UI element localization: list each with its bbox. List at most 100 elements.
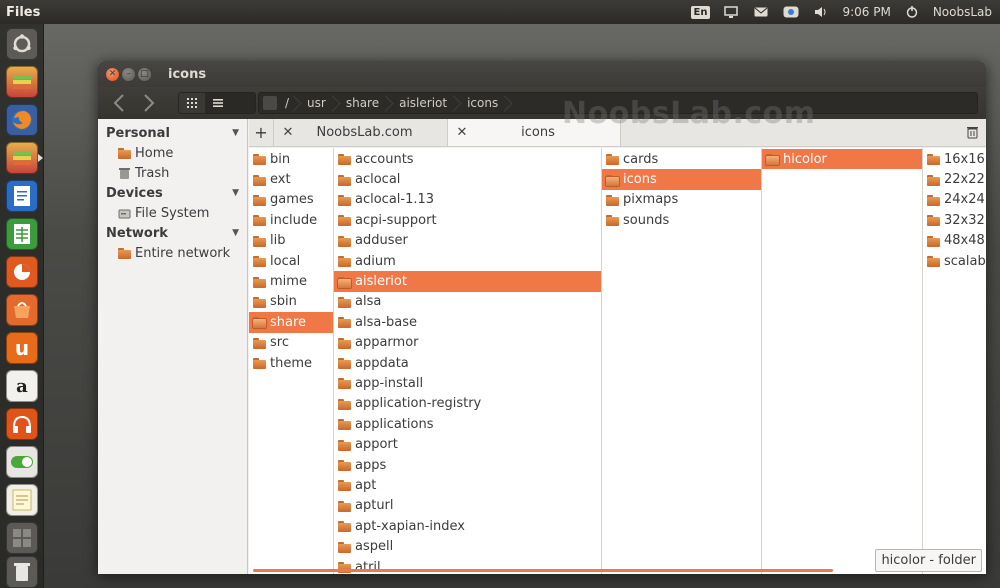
folder-row[interactable]: theme — [249, 353, 333, 373]
folder-row[interactable]: 32x32 — [923, 210, 986, 230]
tab-noobslab[interactable]: ✕ NoobsLab.com — [273, 119, 447, 146]
ubuntu-one-icon[interactable] — [6, 256, 38, 288]
folder-row[interactable]: 16x16 — [923, 149, 986, 169]
folder-row[interactable]: aclocal-1.13 — [334, 190, 601, 210]
folder-row[interactable]: 24x24 — [923, 190, 986, 210]
mail-icon[interactable] — [752, 5, 770, 19]
folder-row[interactable]: bin — [249, 149, 333, 169]
trash-icon[interactable] — [958, 119, 986, 146]
folder-row[interactable]: lib — [249, 231, 333, 251]
folder-row[interactable]: adium — [334, 251, 601, 271]
keyboard-layout-indicator[interactable]: En — [690, 5, 711, 19]
folder-row[interactable]: apport — [334, 434, 601, 454]
folder-row[interactable]: share — [249, 312, 333, 333]
writer-icon[interactable] — [6, 180, 38, 212]
folder-row[interactable]: applications — [334, 414, 601, 434]
tab-icons[interactable]: ✕ icons — [447, 119, 621, 146]
sidebar-heading-devices[interactable]: Devices ▼ — [98, 183, 247, 203]
folder-row[interactable]: src — [249, 333, 333, 353]
forward-button[interactable] — [134, 91, 164, 115]
back-button[interactable] — [104, 91, 134, 115]
folder-row[interactable]: adduser — [334, 231, 601, 251]
horizontal-scrollbar[interactable] — [253, 569, 833, 572]
user-name[interactable]: NoobsLab — [933, 5, 992, 19]
column-view-button[interactable] — [231, 93, 255, 113]
clock[interactable]: 9:06 PM — [842, 5, 890, 19]
ubuntu-logo-icon[interactable] — [6, 28, 38, 60]
title-bar[interactable]: ✕ – □ icons — [98, 61, 986, 87]
minimize-window-button[interactable]: – — [122, 67, 135, 81]
power-icon[interactable] — [903, 5, 921, 19]
sidebar-item-entire-network[interactable]: Entire network — [98, 243, 247, 263]
path-crumb-icons[interactable]: icons — [457, 93, 508, 113]
collapse-arrow-icon[interactable]: ▼ — [232, 188, 239, 198]
folder-row[interactable]: apt-xapian-index — [334, 516, 601, 536]
sidebar-item-trash[interactable]: Trash — [98, 163, 247, 183]
folder-row[interactable]: aspell — [334, 536, 601, 556]
path-crumb-usr[interactable]: usr — [297, 93, 336, 113]
messaging-icon[interactable] — [782, 5, 800, 19]
folder-row[interactable]: sounds — [602, 210, 761, 230]
new-tab-button[interactable]: + — [249, 119, 273, 146]
collapse-arrow-icon[interactable]: ▼ — [232, 128, 239, 138]
folder-row[interactable]: cards — [602, 149, 761, 169]
workspace-switcher-icon[interactable] — [6, 522, 38, 554]
folder-row[interactable]: 48x48 — [923, 231, 986, 251]
amazon-icon[interactable]: a — [6, 370, 38, 402]
folder-row[interactable]: icons — [602, 169, 761, 190]
folder-row[interactable]: ext — [249, 169, 333, 189]
ubuntu-one-music-icon[interactable]: u — [6, 332, 38, 364]
firefox-icon[interactable] — [6, 104, 38, 136]
folder-row[interactable]: app-install — [334, 373, 601, 393]
folder-row[interactable]: accounts — [334, 149, 601, 169]
maximize-window-button[interactable]: □ — [138, 67, 151, 81]
sidebar-heading-network[interactable]: Network ▼ — [98, 223, 247, 243]
sidebar-item-home[interactable]: Home — [98, 143, 247, 163]
folder-row[interactable]: acpi-support — [334, 210, 601, 230]
folder-row[interactable]: aisleriot — [334, 271, 601, 292]
list-view-button[interactable] — [205, 93, 231, 113]
close-tab-icon[interactable]: ✕ — [448, 125, 476, 140]
drive-icon[interactable] — [263, 96, 277, 110]
folder-name: src — [270, 335, 289, 351]
folder-row[interactable]: include — [249, 210, 333, 230]
path-crumb-aisleriot[interactable]: aisleriot — [389, 93, 457, 113]
folder-row[interactable]: hicolor — [762, 149, 922, 170]
folder-row[interactable]: pixmaps — [602, 190, 761, 210]
software-center-icon[interactable] — [6, 294, 38, 326]
files-icon[interactable] — [6, 66, 38, 98]
folder-row[interactable]: application-registry — [334, 394, 601, 414]
close-tab-icon[interactable]: ✕ — [274, 125, 302, 140]
collapse-arrow-icon[interactable]: ▼ — [232, 228, 239, 238]
path-crumb-share[interactable]: share — [336, 93, 389, 113]
headphones-icon[interactable] — [6, 408, 38, 440]
sidebar-item-label: Trash — [135, 165, 170, 181]
folder-row[interactable]: scalabl — [923, 251, 986, 271]
close-window-button[interactable]: ✕ — [106, 67, 119, 81]
folder-row[interactable]: apturl — [334, 496, 601, 516]
folder-row[interactable]: appdata — [334, 353, 601, 373]
display-icon[interactable] — [722, 5, 740, 19]
folder-row[interactable]: 22x22 — [923, 169, 986, 189]
folder-row[interactable]: apt — [334, 475, 601, 495]
app-name[interactable]: Files — [0, 5, 40, 20]
folder-row[interactable]: mime — [249, 271, 333, 291]
icon-view-button[interactable] — [179, 93, 205, 113]
sidebar-item-file-system[interactable]: File System — [98, 203, 247, 223]
notes-icon[interactable] — [6, 484, 38, 516]
toggle-icon[interactable] — [6, 446, 38, 478]
trash-icon[interactable] — [6, 556, 38, 588]
calc-icon[interactable] — [6, 218, 38, 250]
folder-row[interactable]: alsa — [334, 292, 601, 312]
folder-row[interactable]: alsa-base — [334, 312, 601, 332]
folder-row[interactable]: games — [249, 190, 333, 210]
files-icon-active[interactable] — [6, 142, 38, 174]
path-crumb-root[interactable]: / — [277, 93, 297, 113]
folder-row[interactable]: apps — [334, 455, 601, 475]
folder-row[interactable]: aclocal — [334, 169, 601, 189]
folder-row[interactable]: sbin — [249, 292, 333, 312]
folder-row[interactable]: apparmor — [334, 333, 601, 353]
volume-icon[interactable] — [812, 5, 830, 19]
sidebar-heading-personal[interactable]: Personal ▼ — [98, 123, 247, 143]
folder-row[interactable]: local — [249, 251, 333, 271]
